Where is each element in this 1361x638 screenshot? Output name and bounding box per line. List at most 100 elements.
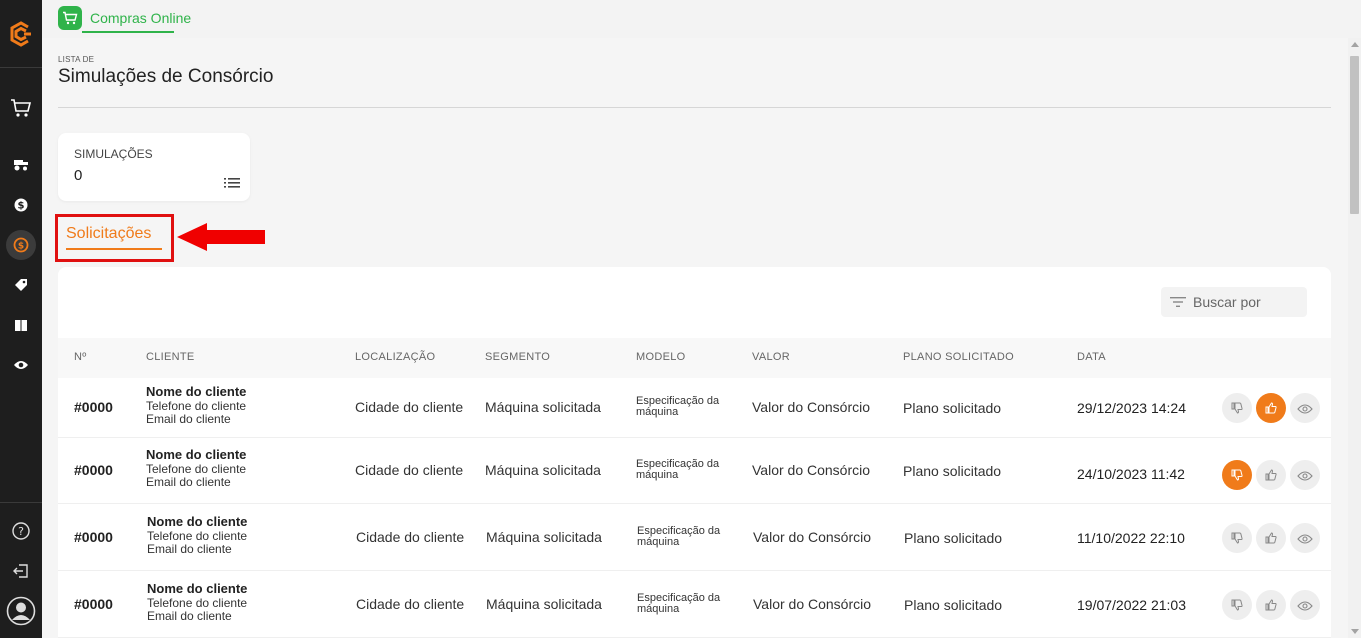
table-row[interactable]: #0000 Nome do cliente Telefone do cliente E… xyxy=(58,378,1331,438)
header-plano[interactable]: PLANO SOLICITADO xyxy=(903,351,1014,363)
machine-segment: Máquina solicitada xyxy=(485,462,601,478)
sidebar-item-machines[interactable] xyxy=(0,145,42,185)
client-city: Cidade do cliente xyxy=(356,529,465,545)
thumbs-down-icon xyxy=(1231,529,1243,548)
page-scrollbar[interactable] xyxy=(1348,38,1361,638)
tab-solicitacoes-underline xyxy=(66,248,162,250)
reject-button[interactable] xyxy=(1222,393,1252,423)
page-title: Simulações de Consórcio xyxy=(58,66,274,87)
cart-icon xyxy=(11,99,32,117)
consortium-value: Valor do Consórcio xyxy=(753,596,872,612)
eye-icon xyxy=(14,361,28,369)
request-number: #0000 xyxy=(74,529,113,545)
header-num: Nº xyxy=(74,351,87,363)
stat-label: SIMULAÇÕES xyxy=(74,147,153,161)
sidebar-item-catalog[interactable] xyxy=(0,305,42,345)
machine-model-line-1: Especificação da xyxy=(636,458,720,470)
request-number: #0000 xyxy=(74,462,113,478)
approve-button[interactable] xyxy=(1256,523,1286,553)
tab-compras-online[interactable]: Compras Online xyxy=(58,6,191,38)
view-details-button[interactable] xyxy=(1290,393,1320,423)
header-modelo[interactable]: MODELO xyxy=(636,351,685,363)
approve-button[interactable] xyxy=(1256,460,1286,490)
request-number: #0000 xyxy=(74,596,113,612)
header-localizacao[interactable]: LOCALIZAÇÃO xyxy=(355,351,435,363)
table-row[interactable]: #0000 Nome do cliente Telefone do cliente E… xyxy=(58,504,1331,571)
header-valor[interactable]: VALOR xyxy=(752,351,790,363)
approve-button[interactable] xyxy=(1256,393,1286,423)
header-cliente[interactable]: CLIENTE xyxy=(146,351,195,363)
logout-icon xyxy=(13,564,28,578)
machine-model-line-2: máquina xyxy=(637,536,680,548)
client-name: Nome do cliente xyxy=(146,447,247,462)
client-email: Email do cliente xyxy=(147,542,232,556)
machine-model-line-1: Especificação da xyxy=(636,395,720,407)
sidebar-item-view[interactable] xyxy=(0,345,42,385)
machine-segment: Máquina solicitada xyxy=(485,399,601,415)
thumbs-up-icon xyxy=(1265,399,1277,418)
consortium-value: Valor do Consórcio xyxy=(753,529,872,545)
search-field[interactable] xyxy=(1161,287,1307,317)
sidebar-item-help[interactable]: ? xyxy=(0,511,42,551)
sidebar-item-consorcio[interactable]: $ xyxy=(0,225,42,265)
view-details-button[interactable] xyxy=(1290,590,1320,620)
eye-icon xyxy=(1297,596,1313,615)
table-row[interactable]: #0000 Nome do cliente Telefone do cliente E… xyxy=(58,438,1331,504)
client-city: Cidade do cliente xyxy=(355,462,464,478)
machine-model-line-1: Especificação da xyxy=(637,592,721,604)
annotation-arrow-icon xyxy=(177,223,265,251)
active-indicator: $ xyxy=(6,230,36,260)
reject-button[interactable] xyxy=(1222,590,1252,620)
tractor-icon xyxy=(14,160,28,171)
client-name: Nome do cliente xyxy=(146,384,247,399)
consortium-value: Valor do Consórcio xyxy=(752,462,871,478)
top-tab-bar: Compras Online xyxy=(42,0,1361,38)
scroll-up-arrow[interactable] xyxy=(1351,42,1359,47)
thumbs-up-icon xyxy=(1265,466,1277,485)
thumbs-up-icon xyxy=(1265,596,1277,615)
sidebar-item-financing[interactable]: $ xyxy=(0,185,42,225)
sidebar-item-offers[interactable] xyxy=(0,265,42,305)
stat-value: 0 xyxy=(74,167,83,184)
thumbs-down-icon xyxy=(1231,596,1243,615)
sidebar-divider xyxy=(0,502,42,503)
reject-button[interactable] xyxy=(1222,460,1252,490)
header-data[interactable]: DATA xyxy=(1077,351,1106,363)
title-divider xyxy=(58,107,1331,108)
view-details-button[interactable] xyxy=(1290,523,1320,553)
request-date: 11/10/2022 22:10 xyxy=(1077,530,1185,546)
book-icon xyxy=(15,319,27,331)
requested-plan: Plano solicitado xyxy=(904,530,1003,546)
consorcio-icon: $ xyxy=(13,237,29,253)
eye-icon xyxy=(1297,529,1313,548)
requested-plan: Plano solicitado xyxy=(903,463,1002,479)
simulations-stat-card: SIMULAÇÕES 0 xyxy=(58,133,250,201)
eye-icon xyxy=(1297,399,1313,418)
header-segmento[interactable]: SEGMENTO xyxy=(485,351,550,363)
sidebar-item-logout[interactable] xyxy=(0,551,42,591)
client-city: Cidade do cliente xyxy=(355,399,464,415)
requested-plan: Plano solicitado xyxy=(903,400,1002,416)
sidebar-item-profile[interactable] xyxy=(0,591,42,631)
reject-button[interactable] xyxy=(1222,523,1252,553)
view-details-button[interactable] xyxy=(1290,460,1320,490)
main-content: LISTA DE Simulações de Consórcio SIMULAÇ… xyxy=(42,38,1348,638)
machine-model-line-1: Especificação da xyxy=(637,525,721,537)
machine-model-line-2: máquina xyxy=(637,603,680,615)
list-icon[interactable] xyxy=(224,177,240,189)
sidebar-item-cart[interactable] xyxy=(0,88,42,128)
eye-icon xyxy=(1297,466,1313,485)
brand-logo[interactable] xyxy=(0,0,42,68)
tab-solicitacoes[interactable]: Solicitações xyxy=(66,225,151,243)
request-number: #0000 xyxy=(74,399,113,415)
scroll-down-arrow[interactable] xyxy=(1351,629,1359,634)
approve-button[interactable] xyxy=(1256,590,1286,620)
table-row[interactable]: #0000 Nome do cliente Telefone do cliente E… xyxy=(58,571,1331,638)
svg-text:?: ? xyxy=(18,525,24,538)
scroll-thumb[interactable] xyxy=(1350,56,1359,214)
search-input[interactable] xyxy=(1193,294,1303,310)
machine-model-line-2: máquina xyxy=(636,406,679,418)
filter-icon xyxy=(1170,297,1186,307)
client-city: Cidade do cliente xyxy=(356,596,465,612)
machine-model-line-2: máquina xyxy=(636,469,679,481)
